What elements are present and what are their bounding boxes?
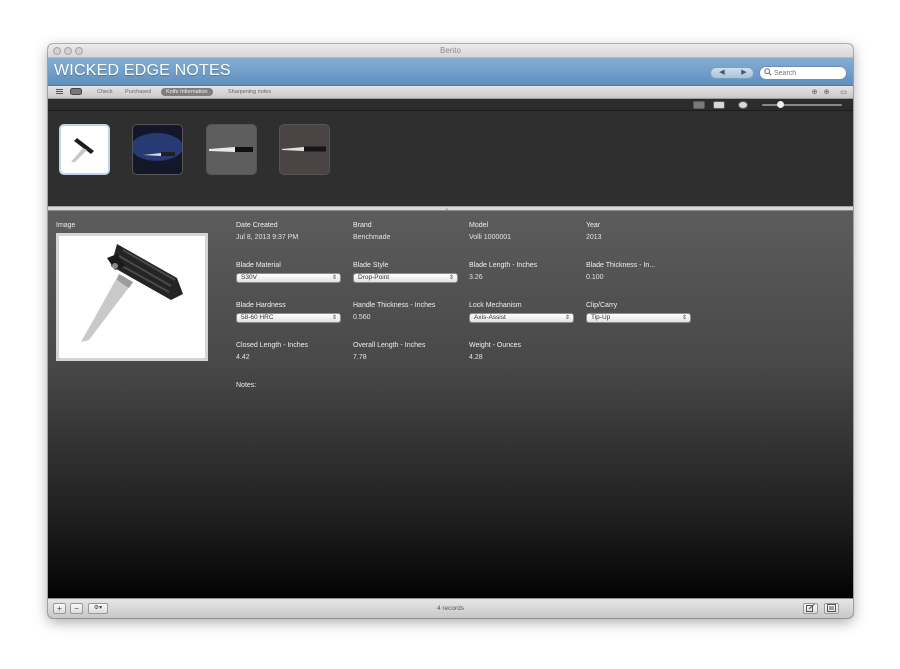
benchmade-knife-photo-icon: [59, 236, 205, 358]
record-detail-form: Image Date Created Jul 8, 2013 9:37 PM B…: [48, 211, 853, 598]
blade-style-label: Blade Style: [353, 262, 389, 269]
date-created-value[interactable]: Jul 8, 2013 9:37 PM: [236, 234, 298, 241]
popup-arrows-icon: ⇕: [564, 315, 570, 321]
year-label: Year: [586, 222, 601, 229]
lock-mechanism-select[interactable]: Axis-Assist ⇕: [469, 313, 574, 323]
tab-check[interactable]: Check: [97, 89, 113, 95]
blade-style-select[interactable]: Drop-Point ⇕: [353, 273, 458, 283]
closed-length-value[interactable]: 4.42: [236, 354, 250, 361]
search-input[interactable]: [774, 69, 842, 78]
record-navigation: ◀ ▶: [710, 67, 754, 79]
blade-material-label: Blade Material: [236, 262, 281, 269]
library-title: WICKED EDGE NOTES: [54, 62, 231, 79]
paring-knife-thumbnail-icon: [280, 125, 329, 174]
tab-options-icon[interactable]: ⊕: [822, 88, 831, 97]
popup-arrows-icon: ⇕: [331, 275, 337, 281]
closed-length-label: Closed Length - Inches: [236, 342, 308, 349]
year-value[interactable]: 2013: [586, 234, 602, 241]
blade-thickness-label: Blade Thickness - In...: [586, 262, 656, 269]
tab-purchased[interactable]: Purchased: [125, 89, 151, 95]
thumb-folding-knife[interactable]: [59, 124, 110, 175]
thumb-paring-knife[interactable]: [279, 124, 330, 175]
date-created-label: Date Created: [236, 222, 278, 229]
overall-length-label: Overall Length - Inches: [353, 342, 426, 349]
blade-style-value: Drop-Point: [358, 274, 390, 281]
folding-knife-thumbnail-icon: [61, 126, 108, 173]
overall-length-value[interactable]: 7.78: [353, 354, 367, 361]
clip-carry-label: Clip/Carry: [586, 302, 618, 309]
popup-arrows-icon: ⇕: [681, 315, 687, 321]
clip-carry-value: Tip-Up: [591, 314, 611, 321]
handle-thickness-value[interactable]: 0.560: [353, 314, 371, 321]
gallery-toolbar: [48, 99, 853, 111]
list-pane-icon[interactable]: [824, 603, 839, 614]
list-view-icon[interactable]: [56, 88, 63, 97]
record-gallery: [48, 111, 853, 206]
thumb-knife-dark-blue[interactable]: [132, 124, 183, 175]
clip-carry-select[interactable]: Tip-Up ⇕: [586, 313, 691, 323]
search-icon: [764, 68, 772, 78]
blade-thickness-value[interactable]: 0.100: [586, 274, 604, 281]
thumb-kitchen-knife[interactable]: [206, 124, 257, 175]
kitchen-knife-thumbnail-icon: [207, 125, 256, 174]
single-view-icon[interactable]: [713, 101, 725, 109]
edit-icon[interactable]: [803, 603, 818, 614]
tab-sharpening-notes[interactable]: Sharpening notes: [228, 89, 271, 95]
thumbnail-size-icon: [738, 101, 748, 109]
app-window: Bento WICKED EDGE NOTES ◀ ▶ Check Purcha…: [48, 44, 853, 618]
slider-handle[interactable]: [777, 101, 784, 108]
knife-dark-blue-thumbnail-icon: [133, 125, 182, 174]
blade-material-value: S30V: [241, 274, 257, 281]
gallery-view-icon[interactable]: [693, 101, 705, 109]
collapse-panel-icon[interactable]: ▭: [839, 88, 848, 97]
lock-mechanism-value: Axis-Assist: [474, 314, 506, 321]
search-box[interactable]: [759, 66, 847, 80]
blade-length-label: Blade Length - Inches: [469, 262, 538, 269]
notes-label: Notes:: [236, 382, 257, 389]
lock-mechanism-label: Lock Mechanism: [469, 302, 522, 309]
popup-arrows-icon: ⇕: [331, 315, 337, 321]
model-label: Model: [469, 222, 489, 229]
library-header: WICKED EDGE NOTES ◀ ▶: [48, 58, 853, 86]
form-view-icon[interactable]: [70, 88, 82, 97]
weight-value[interactable]: 4.28: [469, 354, 483, 361]
blade-hardness-select[interactable]: 58-60 HRC ⇕: [236, 313, 341, 323]
tab-knife-information[interactable]: Knife Information: [161, 88, 213, 96]
image-field-label: Image: [56, 222, 76, 229]
blade-hardness-label: Blade Hardness: [236, 302, 286, 309]
status-bar: + − ⚙▾ 4 records: [48, 598, 853, 618]
blade-hardness-value: 58-60 HRC: [241, 314, 274, 321]
blade-material-select[interactable]: S30V ⇕: [236, 273, 341, 283]
popup-arrows-icon: ⇕: [448, 275, 454, 281]
model-value[interactable]: Volli 1000001: [469, 234, 511, 241]
title-bar: Bento: [48, 44, 853, 58]
layout-tab-bar: Check Purchased Knife Information Sharpe…: [48, 86, 853, 99]
previous-record-button[interactable]: ◀: [711, 68, 733, 78]
weight-label: Weight - Ounces: [469, 342, 522, 349]
brand-value[interactable]: Benchmade: [353, 234, 390, 241]
record-count: 4 records: [436, 605, 465, 612]
brand-label: Brand: [353, 222, 372, 229]
window-title: Bento: [440, 46, 461, 55]
thumbnail-size-slider[interactable]: [762, 104, 842, 106]
blade-length-value[interactable]: 3.26: [469, 274, 483, 281]
handle-thickness-label: Handle Thickness - Inches: [353, 302, 436, 309]
add-tab-icon[interactable]: ⊕: [810, 88, 819, 97]
knife-image[interactable]: [56, 233, 208, 361]
next-record-button[interactable]: ▶: [733, 68, 755, 78]
